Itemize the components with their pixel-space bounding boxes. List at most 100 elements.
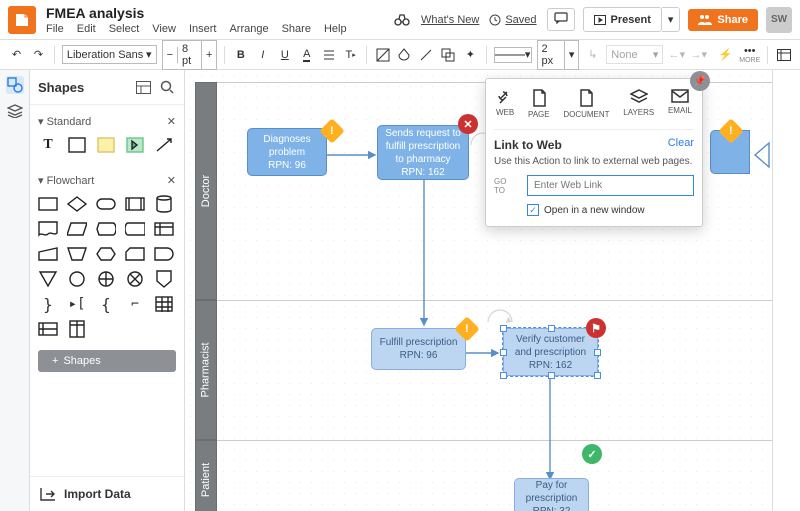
text-color-button[interactable]: A — [298, 46, 315, 64]
group-flowchart-header[interactable]: ▾ Flowchart✕ — [38, 174, 176, 187]
fc-brace-r[interactable]: } — [38, 295, 58, 313]
new-window-checkbox[interactable]: ✓ — [527, 204, 539, 216]
import-data-button[interactable]: Import Data — [30, 476, 184, 511]
align-button[interactable] — [320, 46, 337, 64]
font-size-control[interactable]: − 8 pt + — [162, 40, 218, 70]
menu-share[interactable]: Share — [282, 23, 311, 35]
document-title[interactable]: FMEA analysis — [46, 5, 383, 21]
share-button[interactable]: Share — [688, 9, 758, 31]
fc-bracket[interactable]: ▸[ — [67, 295, 87, 313]
web-link-input[interactable] — [527, 175, 694, 196]
fc-merge[interactable] — [38, 270, 58, 288]
fc-predefined[interactable] — [125, 195, 145, 213]
line-route-button[interactable]: ↳ — [584, 46, 601, 64]
clear-link[interactable]: Clear — [668, 137, 694, 149]
canvas[interactable]: Doctor Pharmacist Patient Diagnosesprobl… — [185, 70, 772, 511]
node-verify[interactable]: Verify customerand prescriptionRPN: 162 — [503, 328, 598, 376]
success-badge[interactable]: ✓ — [582, 444, 602, 464]
user-avatar[interactable]: SW — [766, 7, 792, 33]
menu-view[interactable]: View — [152, 23, 176, 35]
italic-button[interactable]: I — [254, 46, 271, 64]
node-pay[interactable]: Pay forprescriptionRPN: 32 — [514, 478, 589, 511]
app-logo[interactable] — [8, 6, 36, 34]
fc-connector[interactable] — [67, 270, 87, 288]
menu-insert[interactable]: Insert — [189, 23, 217, 35]
present-button[interactable]: Present — [583, 7, 662, 32]
fc-delay[interactable] — [154, 245, 174, 263]
fill-color-button[interactable] — [396, 46, 413, 64]
fc-card[interactable] — [125, 245, 145, 263]
whats-new-link[interactable]: What's New — [421, 14, 479, 26]
arrow-start-button[interactable]: ←▾ — [668, 46, 685, 64]
fc-brace-l[interactable]: { — [96, 295, 116, 313]
fc-manual-op[interactable] — [67, 245, 87, 263]
arrow-end-button[interactable]: →▾ — [690, 46, 707, 64]
fill-button[interactable] — [374, 46, 391, 64]
fc-process[interactable] — [38, 195, 58, 213]
fc-display[interactable] — [96, 220, 116, 238]
layers-panel-tab[interactable] — [6, 102, 24, 120]
fc-stored[interactable] — [125, 220, 145, 238]
text-options-button[interactable]: T▸ — [342, 46, 359, 64]
menu-arrange[interactable]: Arrange — [229, 23, 268, 35]
fc-decision[interactable] — [67, 195, 87, 213]
size-decrease[interactable]: − — [163, 47, 178, 63]
menu-file[interactable]: File — [46, 23, 64, 35]
group-standard-header[interactable]: ▾ Standard✕ — [38, 115, 176, 128]
binoculars-icon[interactable] — [393, 11, 411, 29]
lightning-icon[interactable]: ⚡ — [717, 46, 734, 64]
shape-text[interactable]: T — [38, 136, 58, 154]
close-icon[interactable]: ✕ — [167, 115, 176, 128]
swimlane-pharmacist[interactable]: Pharmacist — [195, 300, 217, 440]
font-select[interactable]: Liberation Sans▾ — [62, 45, 157, 64]
fc-manual-input[interactable] — [38, 245, 58, 263]
shape-rect[interactable] — [67, 136, 87, 154]
underline-button[interactable]: U — [276, 46, 293, 64]
fc-or[interactable] — [125, 270, 145, 288]
shape-block[interactable] — [125, 136, 145, 154]
fc-note[interactable]: ⌐ — [125, 295, 145, 313]
line-color-button[interactable] — [418, 46, 435, 64]
undo-button[interactable]: ↶ — [8, 46, 25, 64]
shapes-layout-icon[interactable] — [134, 78, 152, 96]
fc-data[interactable] — [67, 220, 87, 238]
fc-offpage[interactable] — [154, 270, 174, 288]
fc-database[interactable] — [154, 195, 174, 213]
error-badge[interactable]: ⚑ — [586, 318, 606, 338]
fc-table[interactable] — [154, 295, 174, 313]
shape-style-button[interactable] — [440, 46, 457, 64]
swimlane-patient[interactable]: Patient — [195, 440, 217, 511]
tab-page[interactable]: PAGE — [528, 89, 550, 119]
swimlane-doctor[interactable]: Doctor — [195, 82, 217, 300]
node-send-request[interactable]: Sends request tofulfill prescriptionto p… — [377, 125, 469, 180]
fc-preparation[interactable] — [96, 245, 116, 263]
tab-layers[interactable]: LAYERS — [623, 89, 654, 119]
fc-swimlane-v[interactable] — [67, 320, 87, 338]
node-diagnose[interactable]: DiagnosesproblemRPN: 96 — [247, 128, 327, 176]
pin-icon[interactable]: 📌 — [690, 71, 710, 91]
add-shapes-button[interactable]: +Shapes — [38, 350, 176, 372]
error-badge[interactable]: ✕ — [458, 114, 478, 134]
line-style-select[interactable]: ▾ — [494, 47, 532, 63]
shape-arrow[interactable] — [154, 136, 174, 154]
fc-swimlane-h[interactable] — [38, 320, 58, 338]
more-button[interactable]: •••MORE — [739, 45, 760, 64]
bold-button[interactable]: B — [232, 46, 249, 64]
shapes-panel-tab[interactable] — [6, 76, 24, 94]
present-dropdown[interactable]: ▾ — [662, 7, 681, 32]
tab-email[interactable]: EMAIL — [668, 89, 692, 119]
arrow-style-select[interactable]: None▾ — [606, 45, 663, 64]
menu-help[interactable]: Help — [324, 23, 347, 35]
search-shapes-icon[interactable] — [158, 78, 176, 96]
fc-document[interactable] — [38, 220, 58, 238]
fc-summing[interactable] — [96, 270, 116, 288]
stroke-width-control[interactable]: 2 px▾ — [537, 40, 580, 70]
tab-document[interactable]: DOCUMENT — [563, 89, 609, 119]
fc-terminator[interactable] — [96, 195, 116, 213]
close-icon[interactable]: ✕ — [167, 174, 176, 187]
fc-internal[interactable] — [154, 220, 174, 238]
menu-select[interactable]: Select — [109, 23, 140, 35]
menu-edit[interactable]: Edit — [77, 23, 96, 35]
panels-button[interactable] — [775, 46, 792, 64]
redo-button[interactable]: ↷ — [30, 46, 47, 64]
